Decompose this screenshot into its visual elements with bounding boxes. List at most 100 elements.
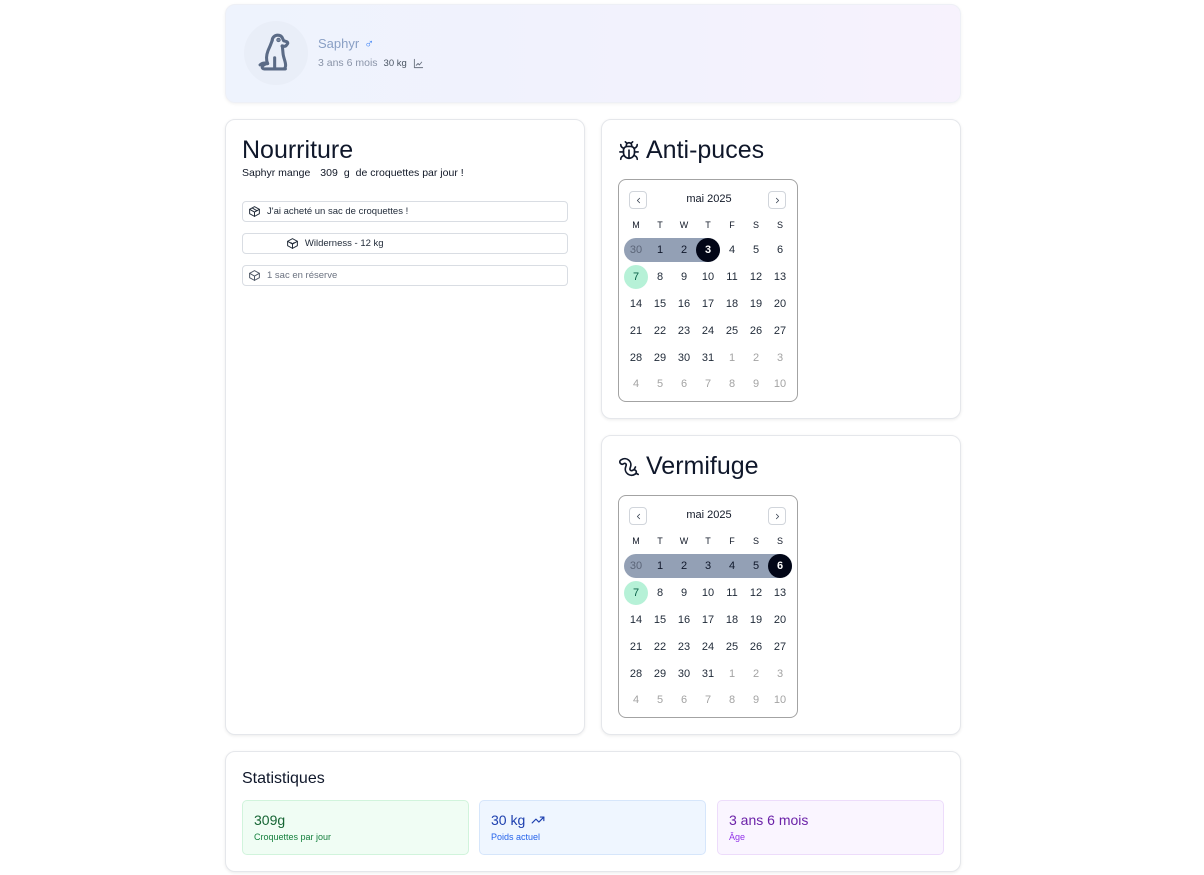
calendar-day[interactable]: 27 (768, 317, 792, 344)
calendar-day[interactable]: 31 (696, 660, 720, 687)
calendar-day[interactable]: 16 (672, 291, 696, 318)
calendar-next-button[interactable] (768, 191, 786, 209)
calendar-day[interactable]: 26 (744, 317, 768, 344)
calendar-day[interactable]: 20 (768, 291, 792, 318)
calendar-day[interactable]: 16 (672, 607, 696, 634)
calendar-day[interactable]: 30 (624, 237, 648, 264)
calendar-day[interactable]: 26 (744, 633, 768, 660)
calendar-day[interactable]: 13 (768, 580, 792, 607)
calendar-day[interactable]: 1 (648, 553, 672, 580)
calendar-day[interactable]: 9 (672, 580, 696, 607)
calendar-day[interactable]: 19 (744, 291, 768, 318)
calendar-day[interactable]: 10 (768, 687, 792, 714)
calendar-day[interactable]: 6 (768, 237, 792, 264)
calendar-day[interactable]: 10 (696, 580, 720, 607)
calendar-day[interactable]: 3 (696, 237, 720, 264)
calendar-day[interactable]: 10 (696, 264, 720, 291)
calendar-day[interactable]: 17 (696, 291, 720, 318)
calendar-day[interactable]: 28 (624, 344, 648, 371)
calendar-day[interactable]: 31 (696, 344, 720, 371)
calendar-day-number: 9 (680, 587, 688, 600)
calendar-day[interactable]: 22 (648, 317, 672, 344)
calendar-day[interactable]: 10 (768, 371, 792, 398)
calendar-day[interactable]: 14 (624, 291, 648, 318)
calendar-day[interactable]: 30 (672, 660, 696, 687)
calendar-day[interactable]: 5 (648, 371, 672, 398)
calendar-day[interactable]: 7 (624, 580, 648, 607)
calendar-prev-button[interactable] (629, 507, 647, 525)
calendar-day[interactable]: 14 (624, 607, 648, 634)
calendar-day[interactable]: 11 (720, 580, 744, 607)
calendar-day[interactable]: 3 (696, 553, 720, 580)
calendar-day[interactable]: 21 (624, 317, 648, 344)
calendar-day[interactable]: 6 (768, 553, 792, 580)
calendar-day[interactable]: 7 (696, 371, 720, 398)
calendar-day[interactable]: 24 (696, 317, 720, 344)
calendar-day[interactable]: 24 (696, 633, 720, 660)
calendar-day[interactable]: 21 (624, 633, 648, 660)
calendar-day[interactable]: 6 (672, 371, 696, 398)
calendar-day[interactable]: 7 (624, 264, 648, 291)
calendar-day[interactable]: 29 (648, 660, 672, 687)
calendar-day[interactable]: 20 (768, 607, 792, 634)
food-title: Nourriture (242, 136, 354, 164)
calendar-prev-button[interactable] (629, 191, 647, 209)
calendar-day[interactable]: 8 (648, 264, 672, 291)
calendar-day[interactable]: 5 (744, 237, 768, 264)
pet-avatar[interactable] (244, 21, 308, 85)
calendar-day[interactable]: 2 (672, 553, 696, 580)
calendar-day[interactable]: 27 (768, 633, 792, 660)
calendar-day[interactable]: 4 (624, 371, 648, 398)
calendar-day[interactable]: 18 (720, 607, 744, 634)
bought-bag-button[interactable]: J'ai acheté un sac de croquettes ! (242, 201, 568, 222)
calendar-day[interactable]: 30 (672, 344, 696, 371)
calendar-day[interactable]: 25 (720, 317, 744, 344)
calendar-day[interactable]: 12 (744, 264, 768, 291)
calendar-day[interactable]: 3 (768, 660, 792, 687)
calendar-day[interactable]: 5 (648, 687, 672, 714)
calendar-day[interactable]: 1 (648, 237, 672, 264)
pet-name[interactable]: Saphyr (318, 36, 359, 51)
calendar-day[interactable]: 23 (672, 317, 696, 344)
current-bag-progress[interactable]: Wilderness - 12 kg (242, 233, 568, 254)
calendar-next-button[interactable] (768, 507, 786, 525)
calendar-day[interactable]: 19 (744, 607, 768, 634)
calendar-day[interactable]: 29 (648, 344, 672, 371)
calendar-day[interactable]: 9 (744, 687, 768, 714)
bought-bag-label: J'ai acheté un sac de croquettes ! (267, 206, 409, 217)
calendar-day[interactable]: 9 (744, 371, 768, 398)
calendar-day[interactable]: 2 (744, 660, 768, 687)
bags-in-reserve[interactable]: 1 sac en réserve (242, 265, 568, 286)
calendar-day[interactable]: 22 (648, 633, 672, 660)
calendar-day[interactable]: 8 (720, 687, 744, 714)
calendar-day[interactable]: 8 (720, 371, 744, 398)
calendar-day[interactable]: 12 (744, 580, 768, 607)
food-amount[interactable]: 309 (320, 167, 338, 179)
calendar-day-number: 3 (776, 351, 784, 364)
calendar-day[interactable]: 3 (768, 344, 792, 371)
calendar-day[interactable]: 4 (720, 553, 744, 580)
calendar-day[interactable]: 2 (672, 237, 696, 264)
calendar-day[interactable]: 11 (720, 264, 744, 291)
calendar-day[interactable]: 17 (696, 607, 720, 634)
calendar-day[interactable]: 8 (648, 580, 672, 607)
calendar-day[interactable]: 7 (696, 687, 720, 714)
calendar-day[interactable]: 15 (648, 291, 672, 318)
calendar-day[interactable]: 9 (672, 264, 696, 291)
calendar-day[interactable]: 30 (624, 553, 648, 580)
chart-icon[interactable] (413, 58, 424, 69)
calendar-day[interactable]: 1 (720, 344, 744, 371)
calendar-day[interactable]: 13 (768, 264, 792, 291)
calendar-day[interactable]: 5 (744, 553, 768, 580)
calendar-day[interactable]: 23 (672, 633, 696, 660)
calendar-day[interactable]: 1 (720, 660, 744, 687)
calendar-day[interactable]: 2 (744, 344, 768, 371)
calendar-day[interactable]: 6 (672, 687, 696, 714)
calendar-day[interactable]: 4 (624, 687, 648, 714)
calendar-day[interactable]: 15 (648, 607, 672, 634)
calendar-day[interactable]: 4 (720, 237, 744, 264)
package-icon (249, 270, 260, 281)
calendar-day[interactable]: 28 (624, 660, 648, 687)
calendar-day[interactable]: 25 (720, 633, 744, 660)
calendar-day[interactable]: 18 (720, 291, 744, 318)
